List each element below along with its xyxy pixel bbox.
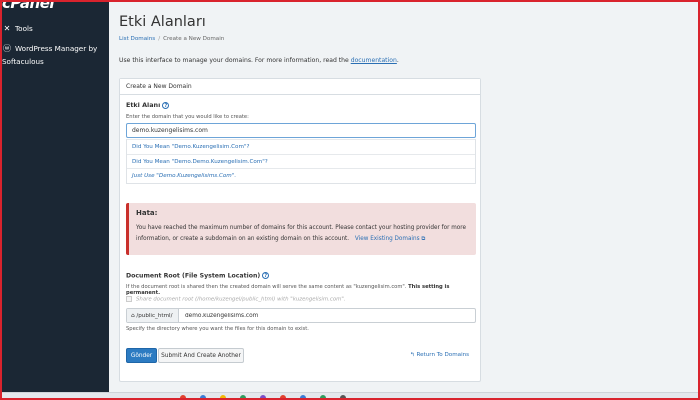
- docroot-prefix-text: /public_html/: [136, 313, 173, 319]
- docroot-note: Specify the directory where you want the…: [126, 326, 309, 332]
- sidebar-item-wordpress[interactable]: ⓦ WordPress Manager by: [2, 42, 97, 55]
- breadcrumb-separator: /: [158, 36, 161, 42]
- return-to-domains-label: Return To Domains: [416, 352, 470, 358]
- app-taskbar-icon[interactable]: [300, 395, 306, 400]
- error-message: You have reached the maximum number of d…: [136, 223, 469, 245]
- cpanel-logo[interactable]: cPanel: [2, 0, 55, 12]
- domain-input[interactable]: [126, 123, 476, 138]
- app-taskbar-icon[interactable]: [280, 395, 286, 400]
- sidebar-item-label: Softaculous: [2, 57, 44, 66]
- panel-title: Create a New Domain: [120, 79, 480, 95]
- breadcrumb-list-domains[interactable]: List Domains: [119, 36, 155, 42]
- external-link-icon: ⧉: [421, 236, 426, 242]
- docroot-input-group: ⌂ /public_html/: [126, 308, 476, 323]
- submit-button[interactable]: Gönder: [126, 348, 157, 363]
- help-icon[interactable]: ?: [262, 272, 270, 279]
- sidebar-item-label: Tools: [15, 24, 33, 33]
- docroot-input[interactable]: [179, 309, 475, 322]
- suggestion-item[interactable]: Did You Mean "Demo.Kuzengelisim.Com"?: [127, 139, 475, 154]
- share-docroot-checkbox[interactable]: [126, 296, 132, 302]
- docroot-label: Document Root (File System Location)?: [126, 272, 270, 280]
- sidebar: cPanel ✕ Tools ⓦ WordPress Manager by Soft…: [0, 0, 109, 392]
- submit-and-create-another-button[interactable]: Submit And Create Another: [158, 348, 244, 363]
- main-content: Etki Alanları List Domains / Create a New …: [109, 0, 700, 392]
- home-icon: ⌂: [131, 313, 135, 319]
- folder-taskbar-icon[interactable]: [220, 395, 226, 400]
- return-arrow-icon: ↰: [410, 352, 415, 358]
- return-to-domains-link[interactable]: ↰ Return To Domains: [410, 352, 469, 358]
- app-taskbar-icon[interactable]: [260, 395, 266, 400]
- docroot-help-text: If the document root is shared then the …: [126, 284, 480, 296]
- share-docroot-label: Share document root (/home/kuzengel/publ…: [136, 296, 346, 303]
- sidebar-item-label: WordPress Manager by: [15, 44, 98, 53]
- app-taskbar-icon[interactable]: [240, 395, 246, 400]
- documentation-link[interactable]: documentation: [351, 57, 397, 64]
- docroot-label-text: Document Root (File System Location): [126, 272, 261, 280]
- docroot-help-body: If the document root is shared then the …: [126, 284, 407, 290]
- domain-help-text: Enter the domain that you would like to …: [126, 114, 249, 120]
- help-icon[interactable]: ?: [162, 101, 170, 109]
- error-title: Hata:: [136, 209, 158, 217]
- sidebar-item-softaculous[interactable]: Softaculous: [2, 55, 44, 68]
- error-alert: Hata: You have reached the maximum numbe…: [126, 203, 476, 255]
- view-existing-domains-link[interactable]: View Existing Domains ⧉: [355, 236, 426, 242]
- tools-icon: ✕: [3, 24, 11, 33]
- domain-label-text: Etki Alanı: [126, 101, 161, 109]
- intro-text: Use this interface to manage your domain…: [119, 57, 399, 64]
- app-taskbar-icon[interactable]: [340, 395, 346, 400]
- domain-label: Etki Alanı?: [126, 101, 170, 109]
- suggestion-item[interactable]: Did You Mean "Demo.Demo.Kuzengelisim.Com…: [127, 153, 475, 169]
- intro-period: .: [396, 57, 399, 64]
- taskbar: [0, 392, 700, 400]
- wordpress-icon: ⓦ: [3, 44, 11, 53]
- suggestion-item[interactable]: Just Use "Demo.Kuzengelisims.Com".: [127, 168, 475, 183]
- page-title: Etki Alanları: [119, 14, 206, 30]
- view-existing-domains-label: View Existing Domains: [354, 236, 420, 242]
- create-domain-panel: Create a New Domain Etki Alanı? Enter th…: [119, 78, 481, 382]
- breadcrumb-current: Create a New Domain: [163, 36, 225, 42]
- app-taskbar-icon[interactable]: [320, 395, 326, 400]
- intro-body: Use this interface to manage your domain…: [119, 57, 349, 64]
- domain-suggestions: Did You Mean "Demo.Kuzengelisim.Com"? Di…: [126, 139, 476, 184]
- share-docroot-row: Share document root (/home/kuzengel/publ…: [126, 296, 346, 303]
- breadcrumb: List Domains / Create a New Domain: [119, 36, 224, 42]
- sidebar-item-tools[interactable]: ✕ Tools: [2, 22, 33, 35]
- docroot-prefix: ⌂ /public_html/: [127, 309, 179, 322]
- app-taskbar-icon[interactable]: [200, 395, 206, 400]
- browser-taskbar-icon[interactable]: [180, 395, 186, 400]
